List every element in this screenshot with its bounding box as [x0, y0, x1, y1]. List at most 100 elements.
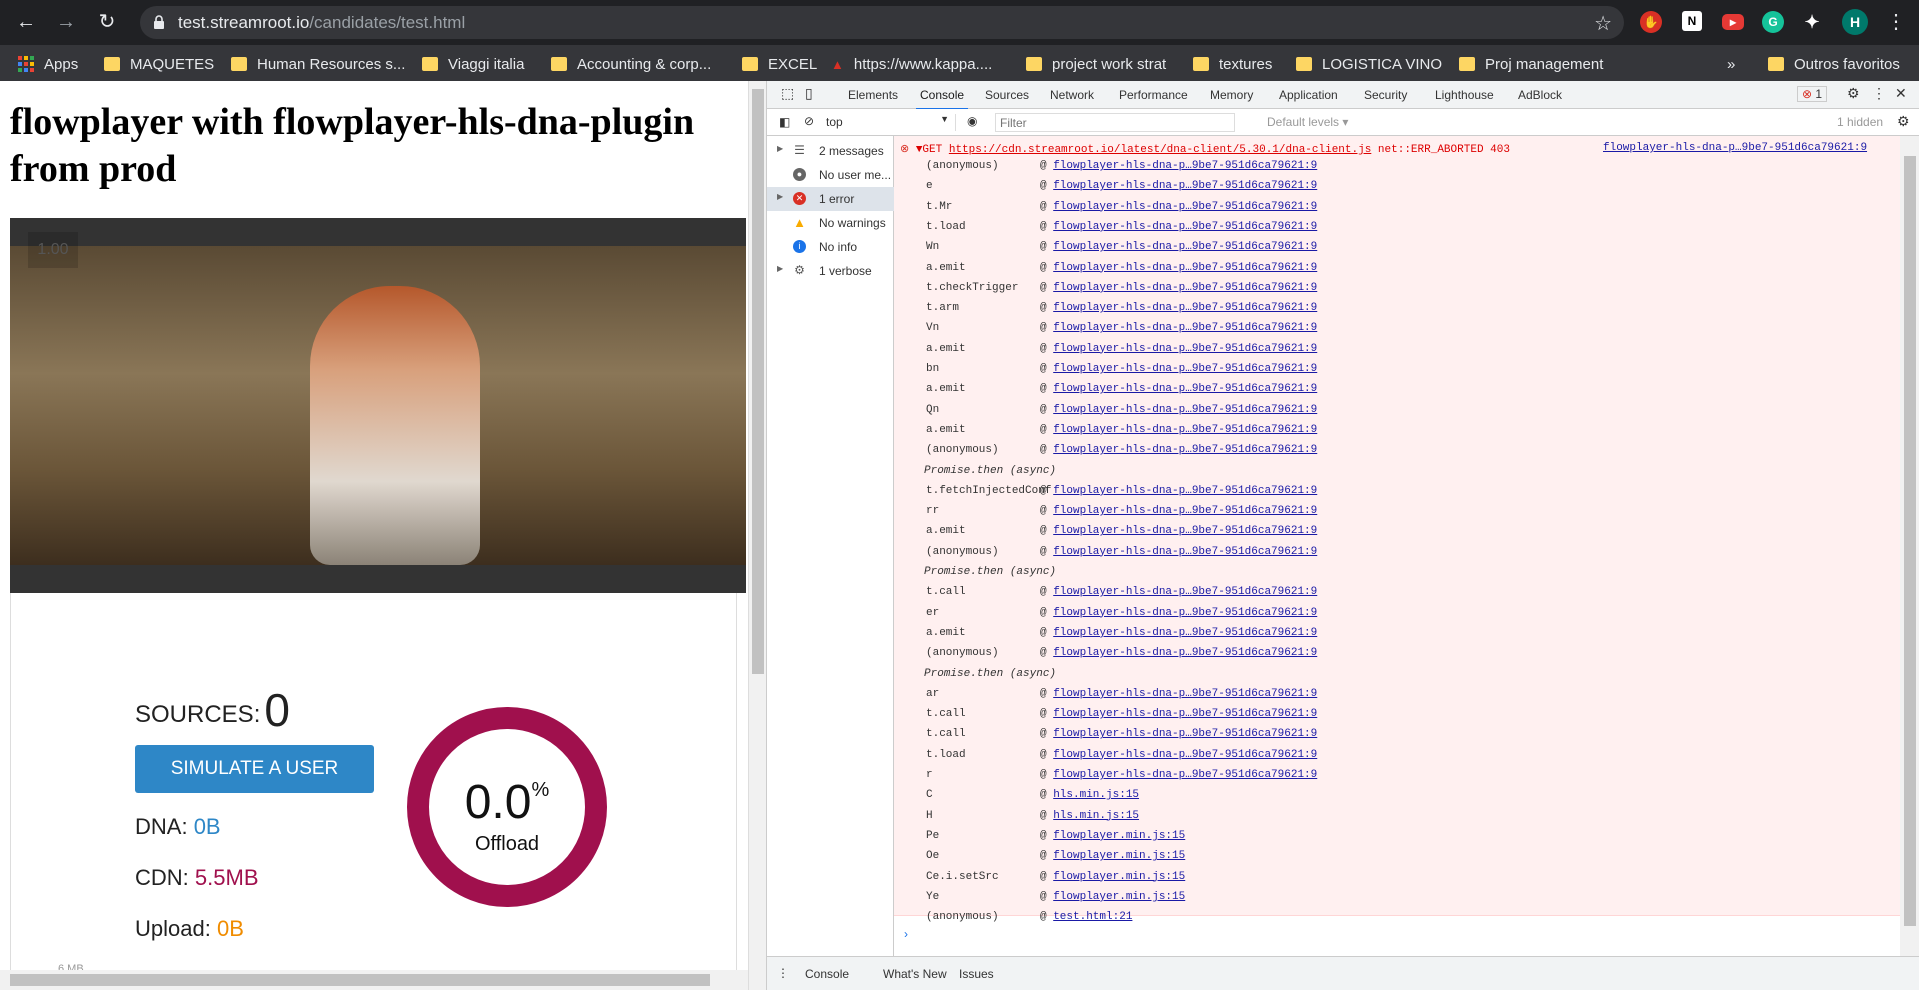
stack-frame-link[interactable]: flowplayer.min.js:15 [1053, 871, 1185, 883]
stack-frame-link[interactable]: flowplayer-hls-dna-p…9be7-951d6ca79621:9 [1053, 444, 1317, 456]
stack-frame-link[interactable]: flowplayer-hls-dna-p…9be7-951d6ca79621:9 [1053, 404, 1317, 416]
stack-frame-link[interactable]: flowplayer.min.js:15 [1053, 891, 1185, 903]
video-player[interactable]: 1.00 [10, 218, 746, 593]
stack-frame-link[interactable]: flowplayer-hls-dna-p…9be7-951d6ca79621:9 [1053, 201, 1317, 213]
drawer-tab-whats-new[interactable]: What's New [883, 967, 947, 981]
context-selector[interactable]: top ▼ [826, 114, 956, 131]
bookmark-accounting[interactable]: Accounting & corp... [551, 54, 711, 74]
playback-rate[interactable]: 1.00 [28, 232, 78, 268]
stack-frame-link[interactable]: flowplayer-hls-dna-p…9be7-951d6ca79621:9 [1053, 424, 1317, 436]
stack-frame-link[interactable]: flowplayer-hls-dna-p…9be7-951d6ca79621:9 [1053, 180, 1317, 192]
stack-frame-link[interactable]: flowplayer-hls-dna-p…9be7-951d6ca79621:9 [1053, 363, 1317, 375]
stack-frame-link[interactable]: flowplayer-hls-dna-p…9be7-951d6ca79621:9 [1053, 221, 1317, 233]
page-horizontal-scrollbar[interactable] [0, 970, 748, 990]
scrollbar-thumb[interactable] [1904, 156, 1916, 926]
drawer-tab-console[interactable]: Console [805, 967, 849, 981]
stack-frame-link[interactable]: flowplayer-hls-dna-p…9be7-951d6ca79621:9 [1053, 505, 1317, 517]
youtube-icon[interactable]: ▸ [1722, 14, 1744, 30]
grammarly-icon[interactable]: G [1762, 11, 1784, 33]
notion-icon[interactable]: N [1682, 11, 1702, 31]
more-options-icon[interactable]: ⋮ [1872, 85, 1886, 102]
bookmark-proj-management[interactable]: Proj management [1459, 54, 1603, 74]
adblock-icon[interactable]: ✋ [1640, 11, 1662, 33]
bookmarks-overflow-button[interactable]: » [1727, 54, 1735, 74]
bookmark-textures[interactable]: textures [1193, 54, 1272, 74]
tab-console[interactable]: Console [915, 88, 969, 110]
stack-frame-link[interactable]: flowplayer.min.js:15 [1053, 830, 1185, 842]
inspect-icon[interactable]: ⬚ [781, 85, 794, 102]
stack-frame-link[interactable]: flowplayer-hls-dna-p…9be7-951d6ca79621:9 [1053, 688, 1317, 700]
profile-avatar[interactable]: H [1842, 9, 1868, 35]
sidebar-item-errors[interactable]: ▶ ✕ 1 error [767, 187, 894, 211]
console-scrollbar[interactable] [1900, 136, 1919, 956]
sidebar-item-warnings[interactable]: ▲ No warnings [767, 211, 894, 235]
stack-frame-link[interactable]: flowplayer-hls-dna-p…9be7-951d6ca79621:9 [1053, 728, 1317, 740]
reload-icon[interactable]: ↻ [95, 10, 119, 34]
back-icon[interactable]: ← [14, 10, 38, 34]
drawer-tab-issues[interactable]: Issues [959, 967, 994, 981]
device-toggle-icon[interactable]: ▯ [805, 85, 813, 102]
stack-frame-link[interactable]: flowplayer-hls-dna-p…9be7-951d6ca79621:9 [1053, 525, 1317, 537]
forward-icon[interactable]: → [54, 10, 78, 34]
drawer-menu-icon[interactable]: ⋮ [777, 966, 789, 980]
expand-triangle-icon[interactable]: ▶ [777, 144, 783, 153]
bookmark-logistica-vino[interactable]: LOGISTICA VINO [1296, 54, 1442, 74]
menu-icon[interactable]: ⋮ [1884, 10, 1908, 34]
console-filter-input[interactable] [995, 113, 1235, 132]
stack-frame-link[interactable]: flowplayer-hls-dna-p…9be7-951d6ca79621:9 [1053, 241, 1317, 253]
stack-frame-link[interactable]: flowplayer-hls-dna-p…9be7-951d6ca79621:9 [1053, 647, 1317, 659]
error-source-link[interactable]: flowplayer-hls-dna-p…9be7-951d6ca79621:9 [1603, 142, 1867, 154]
bookmark-maquetes[interactable]: MAQUETES [104, 54, 214, 74]
error-message[interactable]: ⊗ ▼GET https://cdn.streamroot.io/latest/… [894, 136, 1900, 923]
stack-frame-link[interactable]: flowplayer-hls-dna-p…9be7-951d6ca79621:9 [1053, 343, 1317, 355]
stack-frame-link[interactable]: hls.min.js:15 [1053, 789, 1139, 801]
stack-frame-link[interactable]: flowplayer-hls-dna-p…9be7-951d6ca79621:9 [1053, 322, 1317, 334]
stack-frame-link[interactable]: flowplayer-hls-dna-p…9be7-951d6ca79621:9 [1053, 262, 1317, 274]
stack-frame-link[interactable]: flowplayer-hls-dna-p…9be7-951d6ca79621:9 [1053, 607, 1317, 619]
error-source-text[interactable]: flowplayer-hls-dna-p…9be7-951d6ca79621:9 [1603, 142, 1867, 154]
stack-frame-link[interactable]: flowplayer-hls-dna-p…9be7-951d6ca79621:9 [1053, 546, 1317, 558]
extensions-icon[interactable]: ✦ [1801, 11, 1823, 33]
stack-frame-link[interactable]: flowplayer.min.js:15 [1053, 850, 1185, 862]
stack-frame-link[interactable]: flowplayer-hls-dna-p…9be7-951d6ca79621:9 [1053, 485, 1317, 497]
simulate-user-button[interactable]: SIMULATE A USER [135, 745, 374, 793]
bookmark-apps[interactable]: Apps [18, 54, 78, 74]
stack-frame-link[interactable]: flowplayer-hls-dna-p…9be7-951d6ca79621:9 [1053, 282, 1317, 294]
console-prompt[interactable]: › [904, 927, 908, 941]
close-devtools-icon[interactable]: ✕ [1895, 85, 1907, 102]
tab-security[interactable]: Security [1364, 88, 1407, 102]
tab-elements[interactable]: Elements [848, 88, 898, 102]
sidebar-item-verbose[interactable]: ▶ ⚙ 1 verbose [767, 259, 894, 283]
scrollbar-thumb[interactable] [10, 974, 710, 986]
bookmark-project-work-strat[interactable]: project work strat [1026, 54, 1166, 74]
sidebar-item-user-messages[interactable]: ● No user me... [767, 163, 894, 187]
stack-frame-link[interactable]: flowplayer-hls-dna-p…9be7-951d6ca79621:9 [1053, 769, 1317, 781]
console-settings-icon[interactable]: ⚙ [1897, 113, 1910, 130]
tab-network[interactable]: Network [1050, 88, 1094, 102]
sidebar-item-messages[interactable]: ▶ ☰ 2 messages [767, 139, 894, 163]
tab-performance[interactable]: Performance [1119, 88, 1188, 102]
sidebar-item-info[interactable]: i No info [767, 235, 894, 259]
error-url-link[interactable]: https://cdn.streamroot.io/latest/dna-cli… [949, 144, 1371, 156]
bookmark-excel[interactable]: EXCEL [742, 54, 817, 74]
bookmark-star-icon[interactable]: ☆ [1594, 11, 1612, 36]
page-vertical-scrollbar[interactable] [748, 81, 766, 990]
tab-adblock[interactable]: AdBlock [1518, 88, 1562, 102]
expand-triangle-icon[interactable]: ▶ [777, 192, 783, 201]
eye-icon[interactable]: ◉ [967, 114, 977, 128]
stack-frame-link[interactable]: hls.min.js:15 [1053, 810, 1139, 822]
stack-frame-link[interactable]: flowplayer-hls-dna-p…9be7-951d6ca79621:9 [1053, 383, 1317, 395]
stack-frame-link[interactable]: flowplayer-hls-dna-p…9be7-951d6ca79621:9 [1053, 708, 1317, 720]
stack-frame-link[interactable]: flowplayer-hls-dna-p…9be7-951d6ca79621:9 [1053, 749, 1317, 761]
error-header[interactable]: ⊗ ▼GET https://cdn.streamroot.io/latest/… [900, 142, 1510, 156]
tab-application[interactable]: Application [1279, 88, 1338, 102]
error-count-badge[interactable]: ⊗ 1 [1797, 86, 1828, 102]
sidebar-toggle-icon[interactable]: ◧ [779, 115, 790, 129]
address-bar[interactable]: test.streamroot.io/candidates/test.html … [140, 6, 1624, 39]
tab-sources[interactable]: Sources [985, 88, 1029, 102]
bookmark-other-favorites[interactable]: Outros favoritos [1768, 54, 1900, 74]
tab-lighthouse[interactable]: Lighthouse [1435, 88, 1494, 102]
bookmark-viaggi-italia[interactable]: Viaggi italia [422, 54, 524, 74]
stack-frame-link[interactable]: test.html:21 [1053, 911, 1132, 923]
clear-console-icon[interactable]: ⊘ [804, 114, 814, 128]
